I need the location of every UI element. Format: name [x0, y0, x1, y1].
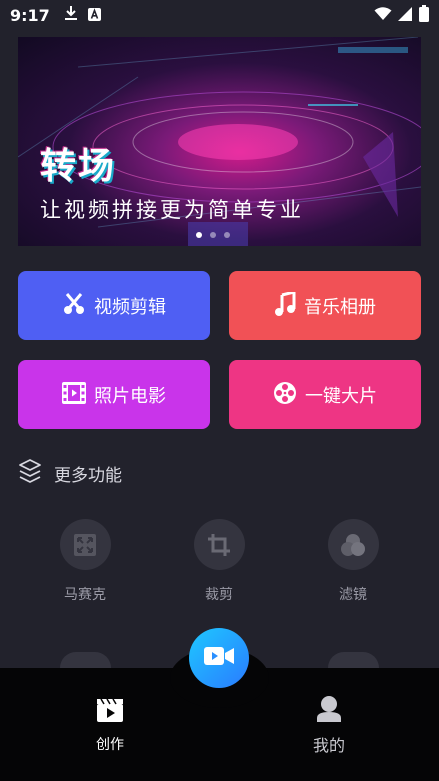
- nav-mine[interactable]: 我的: [299, 696, 359, 756]
- layers-icon: [18, 458, 42, 488]
- photo-movie-button[interactable]: 照片电影: [18, 360, 210, 429]
- one-click-blockbuster-label: 一键大片: [305, 385, 377, 407]
- promo-banner[interactable]: 转场 让视频拼接更为简单专业: [18, 37, 421, 246]
- nav-create-label: 创作: [96, 737, 124, 753]
- one-click-blockbuster-button[interactable]: 一键大片: [229, 360, 421, 429]
- music-album-label: 音乐相册: [304, 296, 376, 318]
- carousel-dot: [224, 232, 230, 238]
- tool-mosaic-label: 马赛克: [64, 587, 106, 603]
- clapperboard-icon: [97, 698, 123, 726]
- carousel-indicator: [196, 232, 230, 238]
- filter-icon: [327, 519, 379, 570]
- nav-create[interactable]: 创作: [80, 698, 140, 754]
- wifi-icon: [374, 6, 392, 25]
- tool-filter[interactable]: 滤镜: [308, 519, 398, 604]
- person-icon: [317, 696, 341, 726]
- film-strip-icon: [62, 381, 86, 409]
- crop-icon: [193, 519, 245, 570]
- nav-mine-label: 我的: [312, 736, 345, 755]
- download-icon: [64, 5, 78, 25]
- more-features-header: 更多功能: [18, 458, 122, 488]
- photo-movie-label: 照片电影: [94, 385, 166, 407]
- music-note-icon: [274, 289, 296, 320]
- music-album-button[interactable]: 音乐相册: [229, 271, 421, 340]
- tool-icon-partial: [328, 652, 379, 668]
- tool-crop[interactable]: 裁剪: [174, 519, 264, 604]
- status-bar: 9:17: [0, 0, 439, 30]
- record-video-button[interactable]: [189, 628, 249, 688]
- banner-title: 转场: [40, 146, 117, 187]
- signal-icon: [398, 6, 413, 25]
- app-notification-icon: [87, 6, 101, 25]
- carousel-dot: [210, 232, 216, 238]
- scissors-icon: [62, 292, 86, 320]
- video-edit-label: 视频剪辑: [94, 296, 166, 318]
- tool-filter-label: 滤镜: [339, 587, 367, 603]
- status-time: 9:17: [10, 5, 50, 25]
- more-features-label: 更多功能: [54, 465, 122, 486]
- tool-crop-label: 裁剪: [205, 587, 233, 603]
- film-reel-icon: [273, 381, 297, 409]
- carousel-dot: [196, 232, 202, 238]
- mosaic-icon: [59, 519, 111, 570]
- tool-icon-partial: [60, 652, 111, 668]
- tool-mosaic[interactable]: 马赛克: [40, 519, 130, 604]
- banner-subtitle: 让视频拼接更为简单专业: [40, 198, 304, 222]
- video-camera-icon: [204, 645, 234, 671]
- battery-icon: [419, 4, 429, 26]
- video-edit-button[interactable]: 视频剪辑: [18, 271, 210, 340]
